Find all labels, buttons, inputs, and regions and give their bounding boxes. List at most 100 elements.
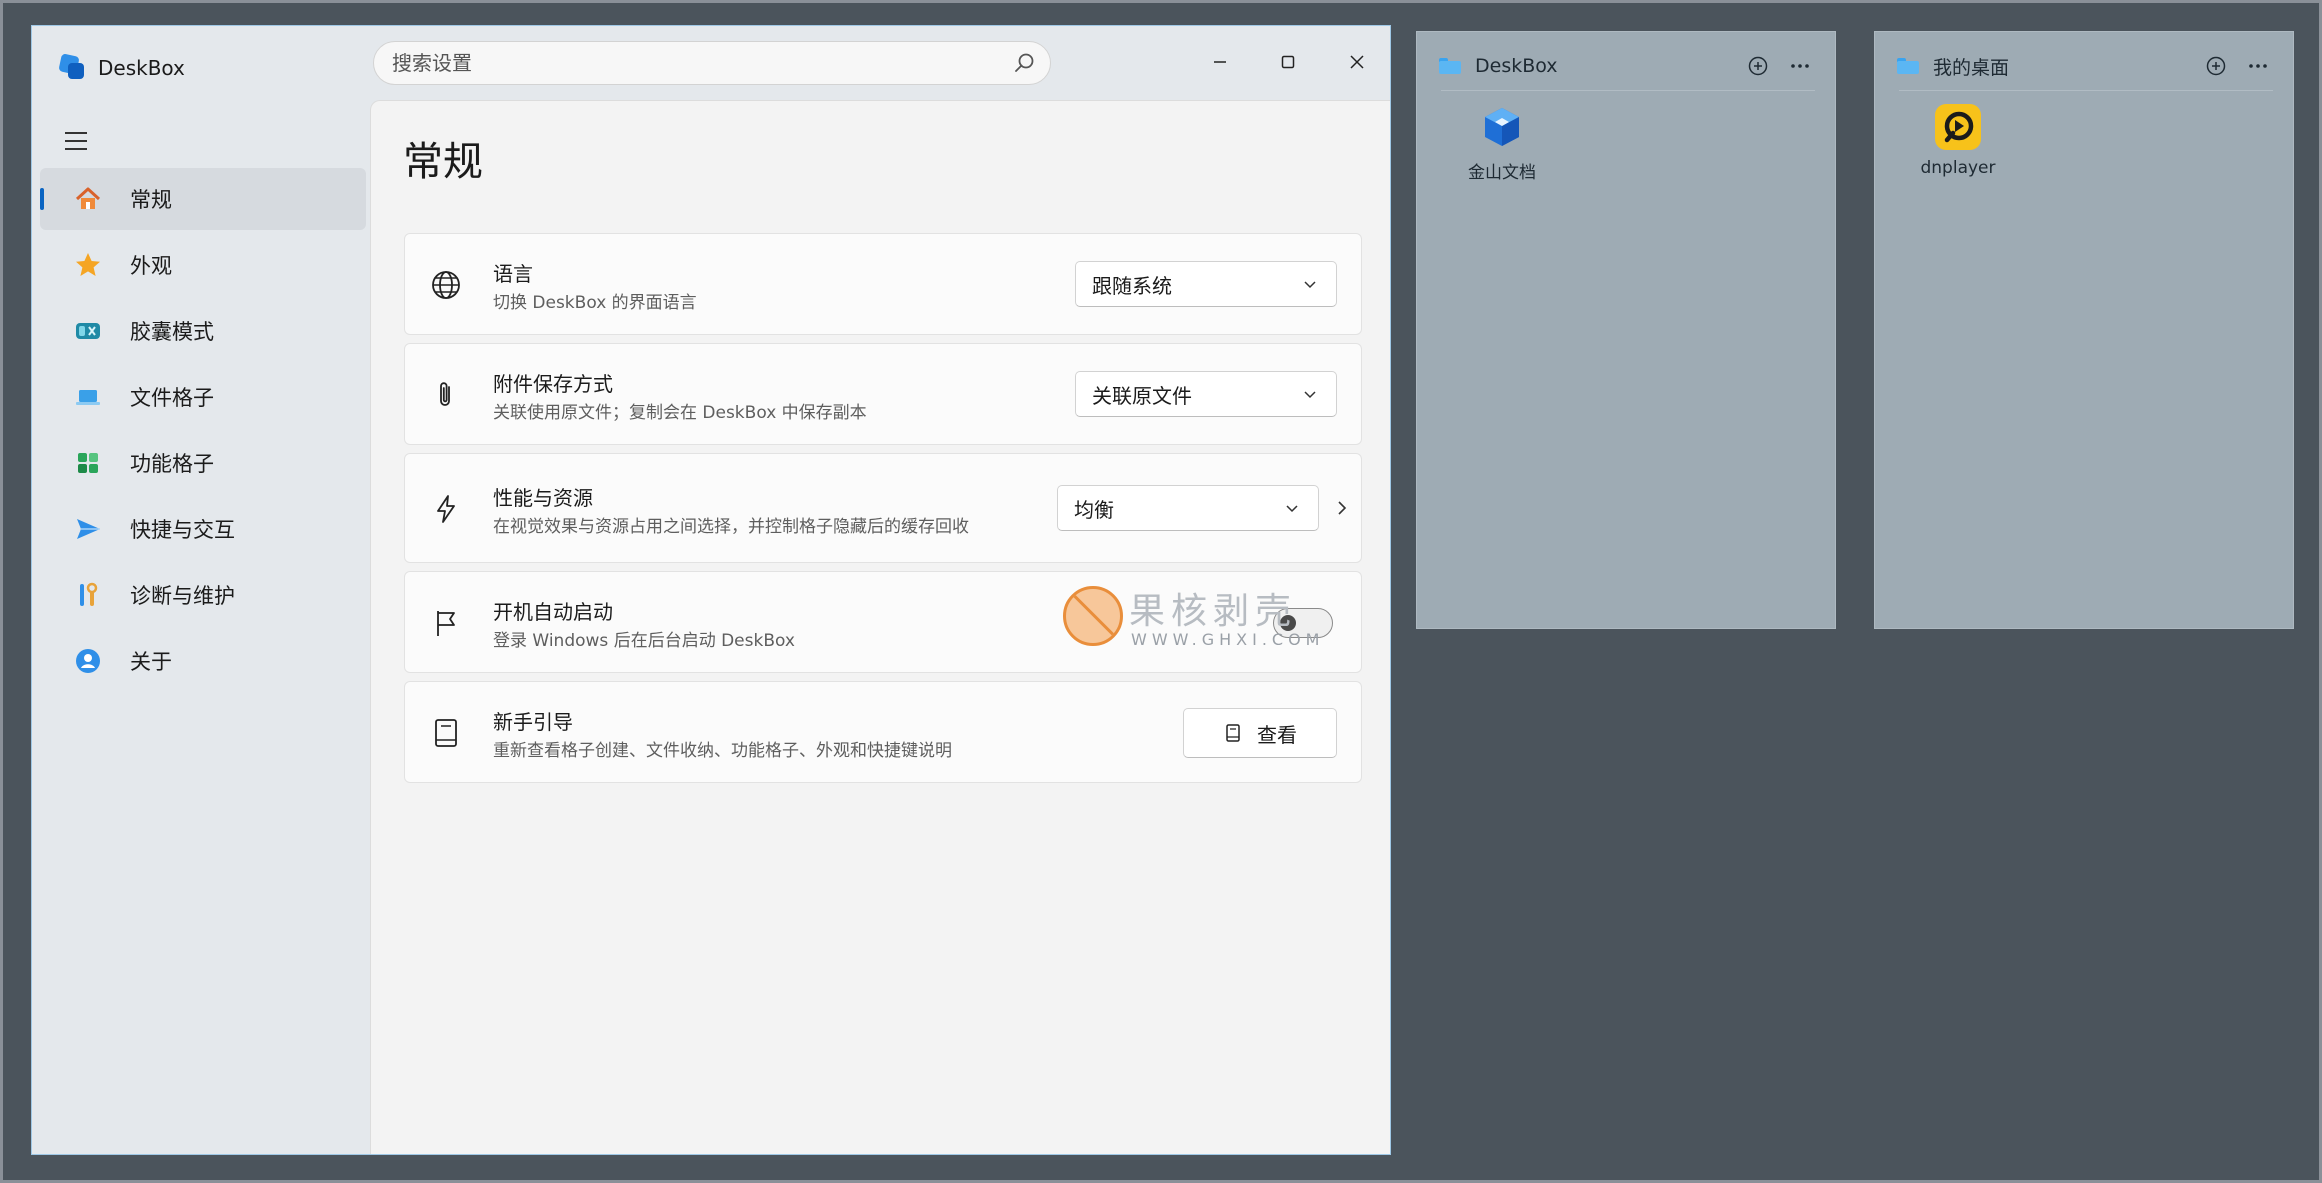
laptop-icon: [74, 383, 102, 411]
page-title: 常规: [403, 139, 483, 185]
sidebar-item-label: 关于: [130, 650, 172, 674]
send-icon: [74, 515, 102, 543]
dropdown-value: 关联原文件: [1092, 383, 1192, 408]
folder-icon: [1897, 58, 1919, 74]
sidebar-item-function-grid[interactable]: 功能格子: [40, 432, 366, 494]
language-dropdown[interactable]: 跟随系统: [1075, 261, 1337, 307]
sidebar-item-file-grid[interactable]: 文件格子: [40, 366, 366, 428]
desktop-grid-my-desktop[interactable]: 我的桌面 dnplayer: [1874, 31, 2294, 629]
add-item-button[interactable]: [2201, 51, 2231, 81]
setting-description: 切换 DeskBox 的界面语言: [493, 293, 697, 313]
content-pane: 常规 语言 切换 DeskBox 的界面语言 跟随系统 附件保存方式 关联使用原…: [370, 100, 1390, 1154]
setting-title: 性能与资源: [493, 486, 593, 510]
capsule-icon: [74, 317, 102, 345]
panel-divider: [1441, 90, 1815, 91]
toggle-knob: [1280, 615, 1296, 631]
sidebar-item-label: 快捷与交互: [130, 518, 235, 542]
setting-card-language: 语言 切换 DeskBox 的界面语言 跟随系统: [404, 233, 1362, 335]
kingsoft-docs-icon: [1485, 108, 1519, 146]
setting-title: 新手引导: [493, 710, 573, 734]
chevron-down-icon: [1304, 391, 1316, 399]
panel-divider: [1899, 90, 2273, 91]
sidebar: DeskBox 常规 外观 胶囊模式 文件格子 功能格子 快捷与交互 诊断与维护…: [32, 26, 370, 1154]
performance-dropdown[interactable]: 均衡: [1057, 485, 1319, 531]
setting-card-attachment: 附件保存方式 关联使用原文件；复制会在 DeskBox 中保存副本 关联原文件: [404, 343, 1362, 445]
grid-blocks-icon: [74, 449, 102, 477]
book-icon: [429, 716, 463, 750]
star-icon: [74, 251, 102, 279]
setting-card-guide: 新手引导 重新查看格子创建、文件收纳、功能格子、外观和快捷键说明 查看: [404, 681, 1362, 783]
sidebar-item-label: 文件格子: [130, 386, 214, 410]
more-options-button[interactable]: [1785, 51, 1815, 81]
chevron-right-icon[interactable]: [1333, 499, 1351, 517]
dropdown-value: 均衡: [1074, 497, 1114, 522]
sidebar-item-label: 功能格子: [130, 452, 214, 476]
maximize-icon: [1281, 55, 1295, 69]
sidebar-item-label: 外观: [130, 254, 172, 278]
setting-description: 在视觉效果与资源占用之间选择，并控制格子隐藏后的缓存回收: [493, 517, 969, 537]
settings-window: DeskBox 常规 外观 胶囊模式 文件格子 功能格子 快捷与交互 诊断与维护…: [31, 25, 1391, 1155]
globe-icon: [429, 268, 463, 302]
tile-label: dnplayer: [1920, 158, 1996, 178]
autostart-toggle[interactable]: [1273, 608, 1333, 638]
view-guide-button[interactable]: 查看: [1183, 708, 1337, 758]
plus-circle-icon: [1748, 56, 1768, 76]
book-icon: [1226, 724, 1240, 742]
sidebar-nav: 常规 外观 胶囊模式 文件格子 功能格子 快捷与交互 诊断与维护 关于: [40, 168, 366, 696]
desktop-grid-deskbox[interactable]: DeskBox 金山文档: [1416, 31, 1836, 629]
sidebar-item-label: 胶囊模式: [130, 320, 214, 344]
sidebar-item-label: 诊断与维护: [130, 584, 235, 608]
chevron-down-icon: [1286, 505, 1298, 513]
setting-title: 附件保存方式: [493, 372, 613, 396]
minimize-icon: [1214, 61, 1226, 63]
sidebar-item-diagnostics[interactable]: 诊断与维护: [40, 564, 366, 626]
setting-description: 登录 Windows 后在后台启动 DeskBox: [493, 631, 795, 651]
sidebar-item-appearance[interactable]: 外观: [40, 234, 366, 296]
add-item-button[interactable]: [1743, 51, 1773, 81]
more-horizontal-icon: [2249, 64, 2267, 68]
attachment-mode-dropdown[interactable]: 关联原文件: [1075, 371, 1337, 417]
flag-icon: [429, 606, 463, 640]
dropdown-value: 跟随系统: [1092, 273, 1172, 298]
sidebar-item-shortcuts-interaction[interactable]: 快捷与交互: [40, 498, 366, 560]
tile-label: 金山文档: [1468, 163, 1536, 183]
dnplayer-icon: [1935, 104, 1981, 150]
more-options-button[interactable]: [2243, 51, 2273, 81]
deskbox-logo-icon: [58, 53, 86, 81]
app-name: DeskBox: [98, 56, 185, 80]
button-label: 查看: [1257, 722, 1297, 747]
desktop-tile[interactable]: dnplayer: [1903, 102, 2013, 178]
setting-description: 重新查看格子创建、文件收纳、功能格子、外观和快捷键说明: [493, 741, 952, 761]
setting-title: 语言: [493, 262, 533, 286]
search-input[interactable]: [390, 50, 1012, 76]
panel-header[interactable]: DeskBox: [1439, 50, 1815, 82]
panel-title: 我的桌面: [1933, 56, 2010, 79]
setting-card-autostart: 开机自动启动 登录 Windows 后在后台启动 DeskBox: [404, 571, 1362, 673]
hamburger-menu-icon[interactable]: [62, 126, 92, 156]
home-icon: [74, 185, 102, 213]
desktop-tile[interactable]: 金山文档: [1447, 102, 1557, 183]
close-button[interactable]: [1327, 44, 1387, 80]
panel-header[interactable]: 我的桌面: [1897, 50, 2273, 82]
paperclip-icon: [429, 378, 463, 412]
tools-icon: [74, 581, 102, 609]
sidebar-item-label: 常规: [130, 188, 172, 212]
setting-title: 开机自动启动: [493, 600, 613, 624]
maximize-button[interactable]: [1258, 44, 1318, 80]
search-icon[interactable]: [1012, 51, 1036, 75]
setting-description: 关联使用原文件；复制会在 DeskBox 中保存副本: [493, 403, 867, 423]
folder-icon: [1439, 58, 1461, 74]
info-icon: [74, 647, 102, 675]
chevron-down-icon: [1304, 281, 1316, 289]
sidebar-item-general[interactable]: 常规: [40, 168, 366, 230]
lightning-icon: [429, 492, 463, 526]
more-horizontal-icon: [1791, 64, 1809, 68]
close-icon: [1350, 55, 1364, 69]
setting-card-performance[interactable]: 性能与资源 在视觉效果与资源占用之间选择，并控制格子隐藏后的缓存回收 均衡: [404, 453, 1362, 563]
panel-title: DeskBox: [1475, 55, 1558, 77]
minimize-button[interactable]: [1190, 44, 1250, 80]
plus-circle-icon: [2206, 56, 2226, 76]
search-box: [373, 41, 1051, 85]
sidebar-item-capsule-mode[interactable]: 胶囊模式: [40, 300, 366, 362]
sidebar-item-about[interactable]: 关于: [40, 630, 366, 692]
